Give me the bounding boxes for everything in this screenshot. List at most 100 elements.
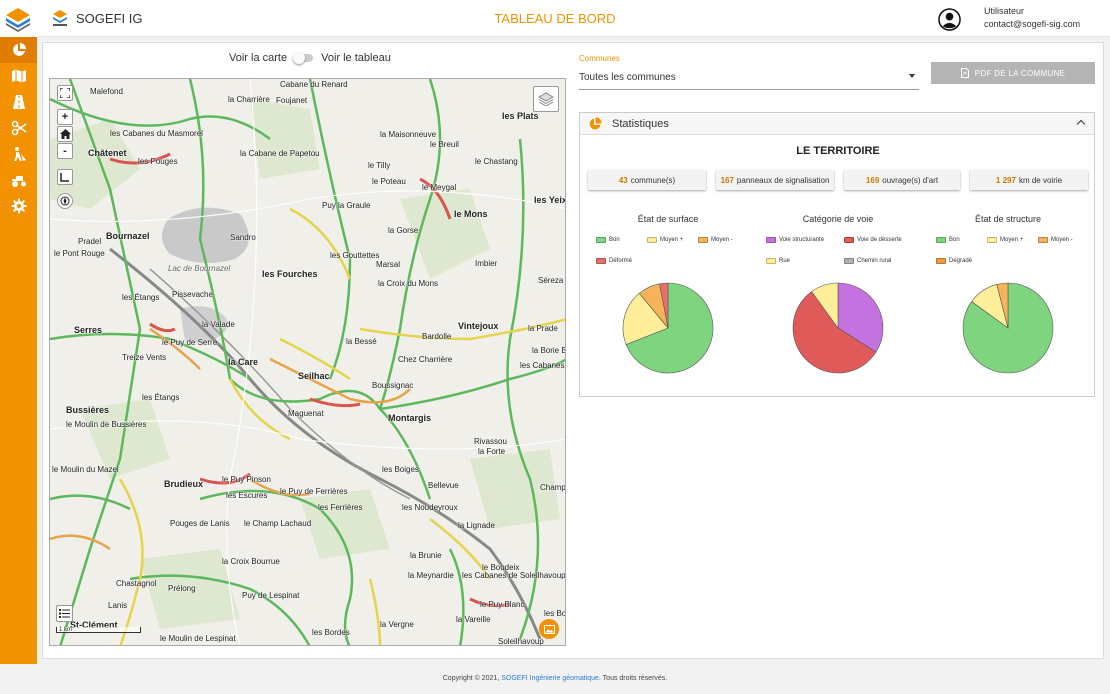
map-label: le Puy Blanc [480,600,525,609]
map-view[interactable]: Malefond la Charrière Cabane du Renard F… [49,78,566,646]
sidebar-item-cuts[interactable] [0,115,37,141]
sidebar-item-dashboard[interactable] [0,37,37,63]
fullscreen-button[interactable] [57,85,73,101]
map-label: Pissevache [172,290,213,299]
sidebar-item-works[interactable] [0,141,37,167]
legend-item[interactable]: Chemin rural [844,258,891,264]
statistics-panel: Statistiques LE TERRITOIRE 43 commune(s)… [579,112,1095,397]
legend-item[interactable]: Moyen + [987,237,1023,243]
footer-rights: . Tous droits réservés. [598,675,668,682]
territory-title: LE TERRITOIRE [796,145,880,157]
map-label: la Care [228,357,259,367]
legend-swatch [698,237,708,243]
map-label: Treize Vents [122,353,167,362]
map-label: les Boiges [382,465,419,474]
map-icon [11,69,26,83]
legend-item[interactable]: Rue [766,258,790,264]
legend-swatch [596,258,606,264]
compass-button[interactable] [57,193,73,209]
communes-select[interactable]: Toutes les communes [579,66,919,90]
pdf-button-label: PDF DE LA COMMUNE [974,68,1066,78]
pdf-commune-button[interactable]: PDF DE LA COMMUNE [931,62,1095,84]
map-label: Brudieux [164,479,204,489]
legend-item[interactable]: Bon [936,237,960,243]
map-label: la Brunie [410,551,442,560]
map-label: les Pouges [138,157,178,166]
statistics-header[interactable]: Statistiques [580,113,1094,135]
legend-label: Déformé [609,258,633,264]
map-label: le Chastang [475,157,518,166]
legend-swatch [844,258,854,264]
gear-icon [11,198,26,214]
legend-button[interactable] [56,605,73,622]
compass-icon [60,196,70,206]
map-label: Malefond [90,87,123,96]
map-label: Bournazel [106,231,150,241]
image-icon [543,624,555,634]
legend-item[interactable]: Bon [596,237,620,243]
kpi-value: 167 [720,175,734,185]
fullscreen-icon [60,88,70,98]
map-label: le Poteau [372,177,406,186]
legend-item[interactable]: Déformé [596,258,632,264]
legend-swatch [766,258,776,264]
view-toggle: Voir la carte Voir le tableau [229,52,391,64]
legend-item[interactable]: Moyen - [1038,237,1073,243]
measure-button[interactable] [57,169,73,185]
user-role: Utilisateur [984,6,1025,16]
zoom-in-button[interactable]: + [57,109,73,125]
map-label: le Champ Lachaud [244,519,312,528]
map-label: Châtenet [88,148,127,158]
worker-icon [13,147,26,161]
layers-button[interactable] [533,86,559,112]
kpi-label: km de voirie [1018,175,1063,185]
legend-swatch [1038,237,1048,243]
chart-title: Catégorie de voie [802,214,874,224]
sidebar-item-map[interactable] [0,63,37,89]
view-table-label[interactable]: Voir le tableau [321,52,391,64]
map-label: les Étangs [122,293,160,302]
map-label: la Bessé [346,337,377,346]
map-label: les Étangs [142,393,180,402]
measure-icon [60,173,69,182]
legend-item[interactable]: Moyen + [647,237,683,243]
map-label: la Lignade [458,521,495,530]
chevron-up-icon[interactable] [1076,119,1086,129]
kpi-voirie: 1 297 km de voirie [970,170,1088,190]
communes-label: Communes [579,54,620,63]
view-map-label[interactable]: Voir la carte [229,52,287,64]
scissors-icon [11,120,26,136]
zoom-out-button[interactable]: - [57,143,73,159]
map-label: Boussignac [372,381,414,390]
photo-button[interactable] [539,619,559,639]
legend-item[interactable]: Moyen - [698,237,733,243]
map-label: Imbier [475,259,498,268]
kpi-ouvrages: 169 ouvrage(s) d'art [844,170,960,190]
footer-link[interactable]: SOGEFI Ingénierie géomatique [501,675,599,682]
legend-item[interactable]: Dégradé [936,258,972,264]
home-button[interactable] [57,126,73,142]
sidebar-item-settings[interactable] [0,193,37,219]
sidebar-item-roads[interactable] [0,89,37,115]
map-label: la Vareille [456,615,491,624]
legend-item[interactable]: Voie de désserte [844,237,902,243]
sidebar-item-equipment[interactable] [0,167,37,193]
map-label: la Maisonneuve [380,130,437,139]
legend-swatch [936,258,946,264]
user-avatar-icon[interactable] [938,8,961,31]
legend-label: Rue [779,258,791,264]
pie-chart-structure [962,282,1054,374]
map-label: Marsal [376,260,401,269]
legend-label: Moyen - [1051,237,1073,243]
map-label: Bellevue [428,481,459,490]
legend-item[interactable]: Voie structurante [766,237,824,243]
view-switch[interactable] [293,52,314,64]
legend-label: Dégradé [949,258,973,264]
map-label: Seilhac [298,371,330,381]
map-label: Chastagnol [116,579,157,588]
map-label: le Moulin de Lespinat [160,634,236,643]
map-label: Champ [540,483,566,492]
map-label: Vintejoux [458,321,499,331]
pie-chart-surface [622,282,714,374]
map-label: la Cabane de Papetou [240,149,320,158]
